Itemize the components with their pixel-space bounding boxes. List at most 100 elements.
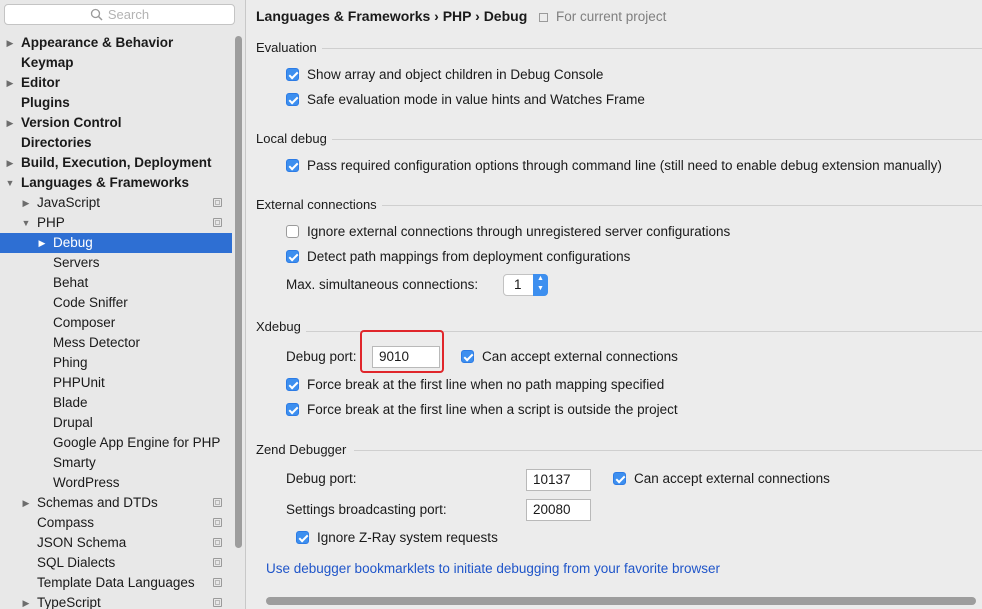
sidebar-item-label: TypeScript [37, 595, 101, 609]
section-divider [332, 139, 982, 140]
sidebar-item-version-control[interactable]: ▶ Version Control [0, 113, 232, 133]
sidebar-item-servers[interactable]: Servers [0, 253, 232, 273]
search-icon [90, 8, 103, 21]
collapsed-arrow-icon[interactable]: ▶ [37, 233, 47, 253]
xdebug-port-label: Debug port: [286, 349, 357, 364]
sidebar-item-label: JavaScript [37, 195, 101, 210]
sidebar-item-phing[interactable]: Phing [0, 353, 232, 373]
force-break-outside-project-checkbox[interactable]: Force break at the first line when a scr… [286, 400, 678, 420]
sidebar-item-plugins[interactable]: Plugins [0, 93, 232, 113]
project-scope-icon [213, 558, 222, 567]
sidebar-item-compass[interactable]: Compass [0, 513, 232, 533]
sidebar-item-label: Version Control [21, 115, 122, 130]
search-placeholder: Search [107, 7, 150, 22]
section-title-evaluation: Evaluation [256, 40, 317, 55]
checkbox-checked-icon [286, 68, 299, 81]
sidebar-item-label: Smarty [53, 455, 96, 470]
ignore-external-checkbox[interactable]: Ignore external connections through unre… [286, 222, 730, 242]
sidebar-item-editor[interactable]: ▶ Editor [0, 73, 232, 93]
sidebar-item-label: Build, Execution, Deployment [21, 155, 212, 170]
sidebar-item-mess-detector[interactable]: Mess Detector [0, 333, 232, 353]
sidebar-item-typescript[interactable]: ▶ TypeScript [0, 593, 232, 609]
collapsed-arrow-icon[interactable]: ▶ [5, 153, 15, 173]
sidebar-item-label: Schemas and DTDs [37, 495, 158, 510]
collapsed-arrow-icon[interactable]: ▶ [21, 193, 31, 213]
collapsed-arrow-icon[interactable]: ▶ [21, 493, 31, 513]
checkbox-label: Ignore Z-Ray system requests [317, 530, 498, 545]
spinner-arrows-icon[interactable]: ▲ ▼ [533, 274, 548, 296]
sidebar-item-code-sniffer[interactable]: Code Sniffer [0, 293, 232, 313]
section-title-local-debug: Local debug [256, 131, 327, 146]
sidebar-item-languages-frameworks[interactable]: ▼ Languages & Frameworks [0, 173, 232, 193]
sidebar-item-wordpress[interactable]: WordPress [0, 473, 232, 493]
sidebar-item-label: Languages & Frameworks [21, 175, 190, 190]
project-scope-icon [213, 538, 222, 547]
sidebar-item-smarty[interactable]: Smarty [0, 453, 232, 473]
pass-options-checkbox[interactable]: Pass required configuration options thro… [286, 156, 942, 176]
project-scope-icon [539, 12, 549, 22]
project-scope-icon [213, 598, 222, 607]
project-scope-icon [213, 518, 222, 527]
sidebar-item-schemas-and-dtds[interactable]: ▶ Schemas and DTDs [0, 493, 232, 513]
sidebar-item-template-data-languages[interactable]: Template Data Languages [0, 573, 232, 593]
sidebar-scrollbar[interactable] [235, 36, 242, 548]
checkbox-label: Ignore external connections through unre… [307, 224, 731, 239]
checkbox-checked-icon [286, 93, 299, 106]
checkbox-checked-icon [461, 350, 474, 363]
checkbox-label: Can accept external connections [634, 471, 830, 486]
sidebar-item-label: WordPress [53, 475, 120, 490]
xdebug-accept-external-checkbox[interactable]: Can accept external connections [461, 347, 678, 367]
sidebar-item-sql-dialects[interactable]: SQL Dialects [0, 553, 232, 573]
expanded-arrow-icon[interactable]: ▼ [5, 173, 15, 193]
detect-path-mappings-checkbox[interactable]: Detect path mappings from deployment con… [286, 247, 630, 267]
checkbox-label: Show array and object children in Debug … [307, 67, 604, 82]
max-connections-label: Max. simultaneous connections: [286, 277, 479, 292]
sidebar-item-composer[interactable]: Composer [0, 313, 232, 333]
ignore-zray-checkbox[interactable]: Ignore Z-Ray system requests [296, 528, 498, 548]
sidebar-item-behat[interactable]: Behat [0, 273, 232, 293]
sidebar-item-label: Blade [53, 395, 88, 410]
bookmarklets-link[interactable]: Use debugger bookmarklets to initiate de… [266, 561, 720, 576]
project-scope-icon [213, 218, 222, 227]
search-input[interactable]: Search [4, 4, 235, 25]
max-connections-spinner[interactable]: 1 ▲ ▼ [503, 274, 548, 296]
sidebar-item-phpunit[interactable]: PHPUnit [0, 373, 232, 393]
sidebar-item-directories[interactable]: Directories [0, 133, 232, 153]
sidebar-item-label: JSON Schema [37, 535, 127, 550]
sidebar-item-label: Code Sniffer [53, 295, 128, 310]
broadcast-port-label: Settings broadcasting port: [286, 502, 447, 517]
sidebar-item-javascript[interactable]: ▶ JavaScript [0, 193, 232, 213]
sidebar-item-google-app-engine-for-php[interactable]: Google App Engine for PHP [0, 433, 232, 453]
checkbox-label: Pass required configuration options thro… [307, 158, 942, 173]
collapsed-arrow-icon[interactable]: ▶ [5, 73, 15, 93]
expanded-arrow-icon[interactable]: ▼ [21, 213, 31, 233]
collapsed-arrow-icon[interactable]: ▶ [5, 33, 15, 53]
sidebar-item-label: Template Data Languages [37, 575, 195, 590]
sidebar-item-php[interactable]: ▼ PHP [0, 213, 232, 233]
broadcast-port-input[interactable]: 20080 [526, 499, 591, 521]
sidebar-item-debug[interactable]: ▶ Debug [0, 233, 232, 253]
sidebar-item-keymap[interactable]: Keymap [0, 53, 232, 73]
show-children-checkbox[interactable]: Show array and object children in Debug … [286, 65, 603, 85]
sidebar-item-label: SQL Dialects [37, 555, 116, 570]
breadcrumb-path: Languages & Frameworks › PHP › Debug [256, 8, 528, 24]
sidebar-item-blade[interactable]: Blade [0, 393, 232, 413]
sidebar-item-build-execution-deployment[interactable]: ▶ Build, Execution, Deployment [0, 153, 232, 173]
horizontal-scrollbar[interactable] [266, 597, 976, 605]
force-break-no-mapping-checkbox[interactable]: Force break at the first line when no pa… [286, 375, 664, 395]
zend-port-input[interactable]: 10137 [526, 469, 591, 491]
project-scope-icon [213, 578, 222, 587]
collapsed-arrow-icon[interactable]: ▶ [21, 593, 31, 609]
section-divider [382, 205, 982, 206]
sidebar-item-appearance-behavior[interactable]: ▶ Appearance & Behavior [0, 33, 232, 53]
sidebar-item-label: Drupal [53, 415, 93, 430]
sidebar-item-label: PHP [37, 215, 65, 230]
sidebar-item-label: PHPUnit [53, 375, 105, 390]
safe-evaluation-checkbox[interactable]: Safe evaluation mode in value hints and … [286, 90, 645, 110]
collapsed-arrow-icon[interactable]: ▶ [5, 113, 15, 133]
sidebar-item-label: Composer [53, 315, 116, 330]
sidebar-item-drupal[interactable]: Drupal [0, 413, 232, 433]
checkbox-label: Safe evaluation mode in value hints and … [307, 92, 645, 107]
sidebar-item-json-schema[interactable]: JSON Schema [0, 533, 232, 553]
zend-accept-external-checkbox[interactable]: Can accept external connections [613, 469, 830, 489]
